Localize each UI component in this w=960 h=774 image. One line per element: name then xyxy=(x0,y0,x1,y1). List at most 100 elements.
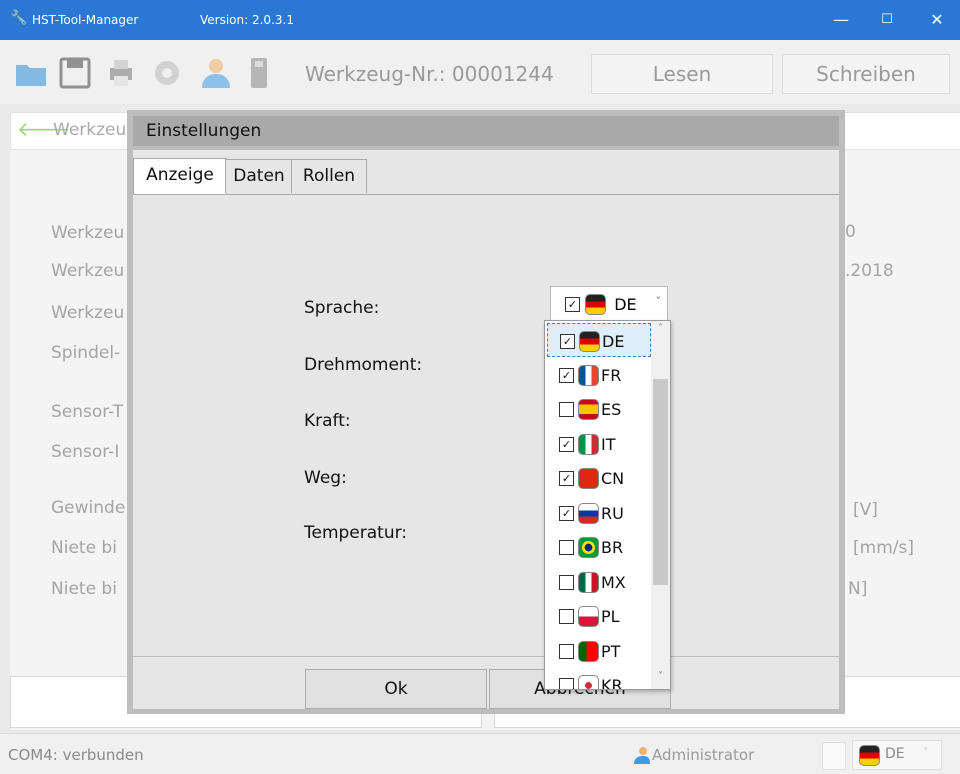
language-option-checkbox[interactable] xyxy=(559,678,574,689)
language-option-pl[interactable]: PL xyxy=(547,599,649,631)
tab-anzeige[interactable]: Anzeige xyxy=(133,158,227,194)
bg-row-label: Werkzeu xyxy=(51,303,125,323)
language-option-content: ✓ CN xyxy=(559,468,624,489)
minimize-button[interactable]: — xyxy=(818,6,864,34)
bg-row-label: Spindel- xyxy=(51,343,121,363)
scroll-up-arrow-icon[interactable]: ˄ xyxy=(651,323,670,334)
temperature-label: Temperatur: xyxy=(304,523,408,543)
language-option-content: KR xyxy=(559,675,623,689)
germany-flag-icon xyxy=(859,745,880,766)
language-option-checkbox[interactable]: ✓ xyxy=(560,334,575,349)
language-option-checkbox[interactable] xyxy=(559,402,574,417)
bg-row-label: Sensor-T xyxy=(51,402,124,422)
language-option-code: MX xyxy=(601,572,626,592)
france-flag-icon xyxy=(578,364,599,386)
mexico-flag-icon xyxy=(578,571,599,593)
tab-strip: Anzeige Daten Rollen xyxy=(133,150,839,194)
tab-content-anzeige: Sprache: Drehmoment: Kraft: Weg: Tempera… xyxy=(133,194,839,657)
save-icon[interactable] xyxy=(58,56,92,90)
language-option-checkbox[interactable] xyxy=(559,574,574,590)
bg-row-label: Niete bi xyxy=(51,538,117,558)
italy-flag-icon xyxy=(578,433,599,455)
status-bar: COM4: verbunden Administrator DE ˅ xyxy=(0,733,960,774)
user-role: Administrator xyxy=(652,746,755,764)
dialog-footer: Ok Abbrechen xyxy=(133,656,839,709)
language-option-code: DE xyxy=(602,332,625,351)
language-dropdown-list[interactable]: ✓ DE ✓ FR ES ✓ IT ✓ CN ✓ RU BR MX PL PT KR ˄ ˅ xyxy=(544,320,671,690)
korea-flag-icon xyxy=(578,675,599,689)
language-option-checkbox[interactable]: ✓ xyxy=(559,436,574,452)
language-option-cn[interactable]: ✓ CN xyxy=(547,461,649,493)
scroll-down-arrow-icon[interactable]: ˅ xyxy=(651,671,670,682)
language-option-checkbox[interactable]: ✓ xyxy=(559,505,574,521)
connection-status: COM4: verbunden xyxy=(8,746,144,764)
write-button[interactable]: Schreiben xyxy=(782,54,950,94)
language-option-content: ✓ IT xyxy=(559,433,616,455)
language-option-checkbox[interactable] xyxy=(559,609,574,624)
language-option-mx[interactable]: MX xyxy=(547,565,649,597)
ok-button[interactable]: Ok xyxy=(305,669,487,709)
language-option-kr[interactable]: KR xyxy=(547,668,649,689)
scrollbar-thumb[interactable] xyxy=(653,379,668,585)
tab-daten[interactable]: Daten xyxy=(225,159,293,193)
language-option-pt[interactable]: PT xyxy=(547,634,649,666)
language-option-checkbox[interactable]: ✓ xyxy=(559,367,574,383)
language-option-checkbox[interactable] xyxy=(559,540,574,555)
close-button[interactable]: ✕ xyxy=(914,6,960,34)
bg-row-label: Gewinde xyxy=(51,498,126,518)
folder-icon[interactable] xyxy=(14,56,48,90)
dropdown-scrollbar[interactable]: ˄ ˅ xyxy=(651,321,670,689)
status-language-code: DE xyxy=(885,746,905,762)
language-option-it[interactable]: ✓ IT xyxy=(547,427,649,459)
language-select[interactable]: ✓ DE ˅ xyxy=(550,286,668,322)
language-option-ru[interactable]: ✓ RU xyxy=(547,496,649,528)
language-option-content: PT xyxy=(559,640,621,662)
portugal-flag-icon xyxy=(578,640,599,662)
language-label: Sprache: xyxy=(304,298,380,318)
language-option-content: ✓ FR xyxy=(559,364,622,386)
torque-label: Drehmoment: xyxy=(304,355,423,375)
language-option-fr[interactable]: ✓ FR xyxy=(547,358,649,390)
language-option-checkbox[interactable]: ✓ xyxy=(559,471,574,486)
germany-flag-icon xyxy=(585,294,607,315)
user-icon[interactable] xyxy=(196,56,230,90)
bg-row-label: Sensor-I xyxy=(51,442,120,462)
tab-rollen[interactable]: Rollen xyxy=(291,159,367,193)
language-option-content: MX xyxy=(559,571,626,593)
bg-row-label: Werkzeu xyxy=(51,261,125,281)
language-option-content: ✓ RU xyxy=(559,502,624,524)
language-option-code: FR xyxy=(601,365,622,385)
bg-row-unit: [mm/s] xyxy=(853,538,914,558)
bg-row-label: Werkzeu xyxy=(51,223,125,243)
language-option-code: CN xyxy=(601,469,625,488)
app-title: HST-Tool-Manager xyxy=(32,13,139,27)
distance-label: Weg: xyxy=(304,468,347,488)
document-icon[interactable] xyxy=(822,742,846,770)
brazil-flag-icon xyxy=(578,537,599,558)
language-option-br[interactable]: BR xyxy=(547,530,649,562)
germany-flag-icon xyxy=(579,331,600,352)
bg-row-value: .2018 xyxy=(845,261,894,281)
dialog-title-bar: Einstellungen xyxy=(133,116,839,146)
printer-icon[interactable] xyxy=(104,56,138,90)
language-option-es[interactable]: ES xyxy=(547,392,649,424)
language-option-checkbox[interactable] xyxy=(559,643,574,659)
tool-number-label: Werkzeug-Nr.: 00001244 xyxy=(305,62,554,86)
language-option-code: ES xyxy=(601,400,622,419)
usb-drive-icon[interactable] xyxy=(242,56,276,90)
language-option-code: BR xyxy=(601,538,624,557)
language-option-code: PL xyxy=(601,607,620,626)
title-bar: 🔧 HST-Tool-Manager Version: 2.0.3.1 — ☐ … xyxy=(0,0,960,40)
toolbar: Werkzeug-Nr.: 00001244 Lesen Schreiben xyxy=(0,40,960,104)
admin-user-icon xyxy=(634,747,650,764)
gear-icon[interactable] xyxy=(150,56,184,90)
read-button[interactable]: Lesen xyxy=(591,54,773,94)
dialog-title: Einstellungen xyxy=(146,121,262,141)
wrench-icon: 🔧 xyxy=(10,10,28,26)
status-language-select[interactable]: DE ˅ xyxy=(852,740,942,770)
back-label: Werkzeu xyxy=(53,120,127,140)
chevron-down-icon: ˅ xyxy=(655,295,662,308)
language-option-code: PT xyxy=(601,641,621,661)
maximize-button[interactable]: ☐ xyxy=(864,6,910,34)
language-option-de[interactable]: ✓ DE xyxy=(547,323,651,357)
